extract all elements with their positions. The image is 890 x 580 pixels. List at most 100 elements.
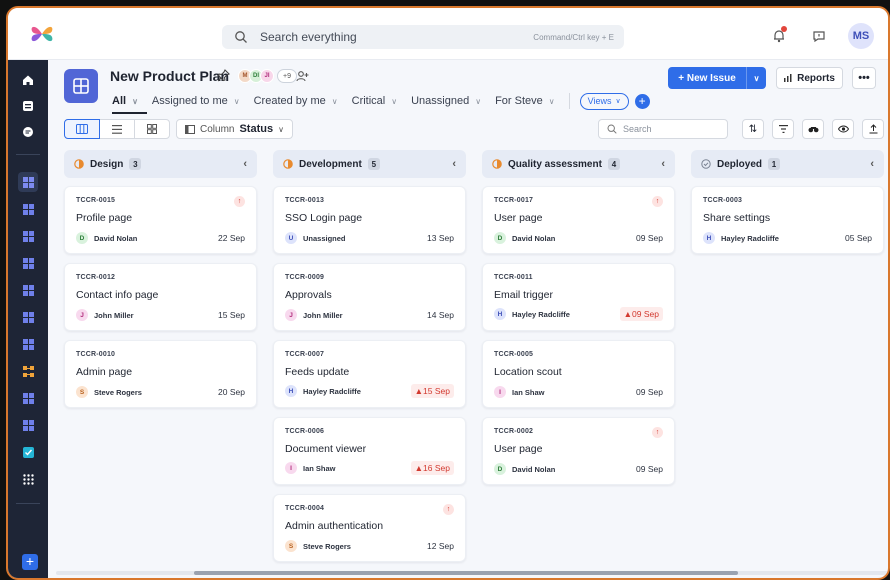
sidebar-project-1[interactable] [18, 172, 38, 192]
column-header[interactable]: Deployed 1 ‹ [691, 150, 884, 178]
app-logo-icon[interactable] [30, 22, 54, 46]
issue-card[interactable]: TCCR-0007 Feeds update H Hayley Radcliffe ▲1… [273, 340, 466, 408]
collapse-chevron-icon[interactable]: ‹ [661, 158, 665, 170]
issue-id: TCCR-0017 [494, 197, 534, 204]
chevron-down-icon: ∨ [548, 96, 555, 106]
collapse-chevron-icon[interactable]: ‹ [870, 158, 874, 170]
assignee-avatar[interactable]: D [494, 463, 506, 475]
sidebar-add-button[interactable]: + [22, 554, 38, 570]
column-header[interactable]: Design 3 ‹ [64, 150, 257, 178]
issue-card[interactable]: TCCR-0009 Approvals J John Miller 14 Sep [273, 263, 466, 331]
assignee-avatar[interactable]: H [703, 232, 715, 244]
sidebar-discussions[interactable] [18, 122, 38, 142]
project-members[interactable]: M DI JI +9 [238, 69, 297, 83]
sidebar-project-8[interactable] [18, 388, 38, 408]
issue-title: Approvals [285, 289, 332, 301]
chevron-down-icon: ∨ [391, 96, 398, 106]
assignee-avatar[interactable]: S [285, 540, 297, 552]
kanban-board: Design 3 ‹ TCCR-0015 ↑ Profile page D David Nol… [48, 146, 888, 578]
new-issue-button[interactable]: + New Issue ∨ [668, 67, 766, 89]
global-search-input[interactable]: Search everything Command/Ctrl key + E [222, 25, 624, 49]
grid-view-button[interactable] [134, 119, 170, 139]
filter-tab-created-by-me[interactable]: Created by me ∨ [254, 95, 338, 107]
issue-card[interactable]: TCCR-0013 SSO Login page U Unassigned 13 Sep [273, 186, 466, 254]
sidebar-project-9[interactable] [18, 415, 38, 435]
column-group-select[interactable]: Column Status ∨ [176, 119, 293, 139]
new-issue-dropdown-chevron-icon[interactable]: ∨ [746, 67, 766, 89]
board-search-input[interactable]: Search [598, 119, 728, 139]
assignee-avatar[interactable]: J [76, 309, 88, 321]
issue-card[interactable]: TCCR-0004 ↑ Admin authentication S Steve Rog… [273, 494, 466, 562]
issue-card[interactable]: TCCR-0015 ↑ Profile page D David Nolan 22 Sep [64, 186, 257, 254]
sidebar-inbox[interactable] [18, 96, 38, 116]
due-date: 09 Sep [636, 233, 663, 243]
sidebar-project-5[interactable] [18, 280, 38, 300]
issue-id: TCCR-0005 [494, 351, 534, 358]
assignee-avatar[interactable]: I [494, 386, 506, 398]
horizontal-scrollbar[interactable] [56, 571, 888, 575]
issue-card[interactable]: TCCR-0003 Share settings H Hayley Radcliffe… [691, 186, 884, 254]
issue-card[interactable]: TCCR-0012 Contact info page J John Miller 15… [64, 263, 257, 331]
layout-toggle [64, 119, 170, 139]
kanban-view-button[interactable] [64, 119, 100, 139]
sidebar-project-7[interactable] [18, 334, 38, 354]
assignee-avatar[interactable]: H [494, 308, 506, 320]
filter-tab-assigned-to-me[interactable]: Assigned to me ∨ [152, 95, 240, 107]
collapse-chevron-icon[interactable]: ‹ [243, 158, 247, 170]
sidebar-project-3[interactable] [18, 226, 38, 246]
assignee-avatar[interactable]: D [76, 232, 88, 244]
assignee-avatar[interactable]: J [285, 309, 297, 321]
search-icon [235, 31, 247, 43]
notifications-button[interactable] [768, 25, 790, 47]
assignee-avatar[interactable]: I [285, 462, 297, 474]
issue-card[interactable]: TCCR-0006 Document viewer I Ian Shaw ▲16 Sep [273, 417, 466, 485]
pin-icon[interactable] [217, 69, 230, 82]
issue-card[interactable]: TCCR-0010 Admin page S Steve Rogers 20 Sep [64, 340, 257, 408]
sort-button[interactable]: ⇅ [742, 119, 764, 139]
chevron-down-icon: ∨ [278, 124, 284, 134]
visibility-button[interactable] [832, 119, 854, 139]
assignee-name: John Miller [303, 310, 343, 320]
assignee-avatar[interactable]: S [76, 386, 88, 398]
filter-icon [778, 125, 788, 133]
export-button[interactable] [862, 119, 884, 139]
issue-card[interactable]: TCCR-0002 ↑ User page D David Nolan 09 Sep [482, 417, 675, 485]
issue-id: TCCR-0003 [703, 197, 743, 204]
sidebar-project-4[interactable] [18, 253, 38, 273]
add-member-icon[interactable] [296, 70, 309, 83]
assignee-avatar[interactable]: H [285, 385, 297, 397]
sidebar-project-6[interactable] [18, 307, 38, 327]
more-options-button[interactable]: ••• [852, 67, 876, 89]
checkbox-icon [22, 446, 34, 458]
grid-icon [22, 176, 34, 188]
scrollbar-thumb[interactable] [194, 571, 738, 575]
issue-card[interactable]: TCCR-0005 Location scout I Ian Shaw 09 Sep [482, 340, 675, 408]
reports-button[interactable]: Reports [776, 67, 843, 89]
sidebar-tasks[interactable] [18, 442, 38, 462]
assignee-avatar[interactable]: U [285, 232, 297, 244]
column-count: 1 [768, 158, 781, 170]
filter-tab-unassigned[interactable]: Unassigned ∨ [411, 95, 481, 107]
assignee-name: Ian Shaw [303, 463, 336, 473]
column-header[interactable]: Development 5 ‹ [273, 150, 466, 178]
issue-card[interactable]: TCCR-0011 Email trigger H Hayley Radcliffe ▲… [482, 263, 675, 331]
column-header[interactable]: Quality assessment 4 ‹ [482, 150, 675, 178]
user-avatar[interactable]: MS [848, 23, 874, 49]
views-dropdown[interactable]: Views ∨ [579, 92, 629, 110]
sidebar-workflow[interactable] [18, 361, 38, 381]
sidebar-home[interactable] [18, 70, 38, 90]
assignee-avatar[interactable]: D [494, 232, 506, 244]
sidebar-apps[interactable] [18, 469, 38, 489]
filter-tab-all[interactable]: All ∨ [112, 95, 138, 107]
filter-button[interactable] [772, 119, 794, 139]
sidebar-project-2[interactable] [18, 199, 38, 219]
filter-tab-critical[interactable]: Critical ∨ [352, 95, 397, 107]
watch-button[interactable] [802, 119, 824, 139]
add-view-button[interactable]: + [634, 93, 650, 109]
issue-card[interactable]: TCCR-0017 ↑ User page D David Nolan 09 Sep [482, 186, 675, 254]
feedback-button[interactable] [808, 25, 830, 47]
list-view-button[interactable] [99, 119, 135, 139]
column-development: Development 5 ‹ TCCR-0013 SSO Login page U Una… [273, 150, 466, 562]
filter-tab-for-steve[interactable]: For Steve ∨ [495, 95, 555, 107]
collapse-chevron-icon[interactable]: ‹ [452, 158, 456, 170]
